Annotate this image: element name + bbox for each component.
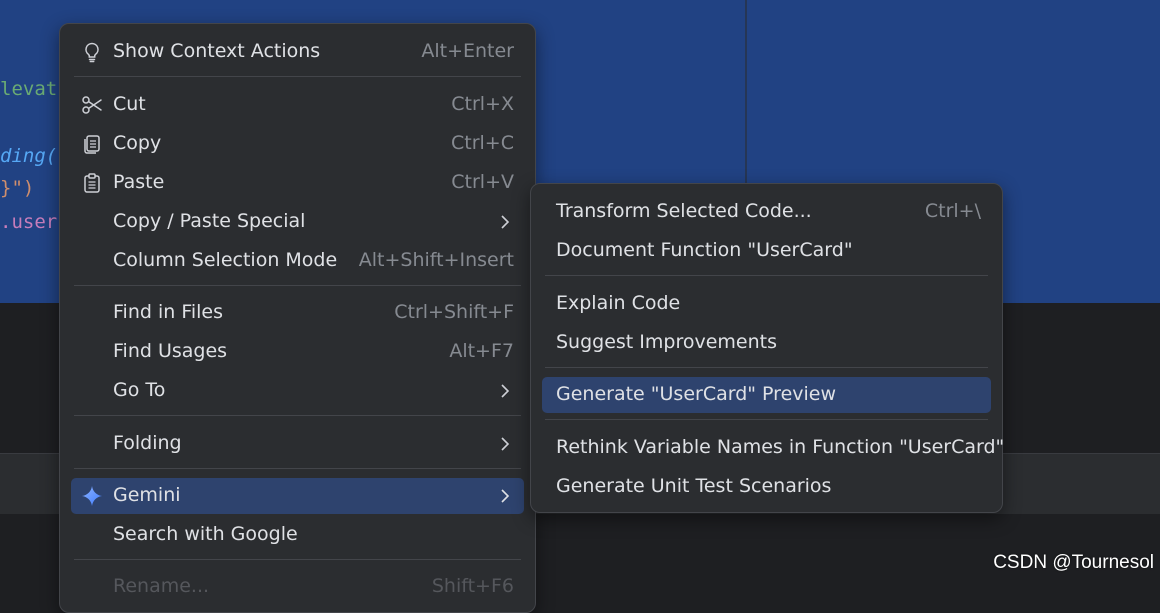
menu-item-label: Show Context Actions (113, 40, 321, 62)
code-fragment: ding( (0, 145, 58, 167)
menu-item-label: Rethink Variable Names in Function "User… (556, 436, 1005, 458)
menu-item-copy[interactable]: Copy Ctrl+C (71, 126, 524, 162)
menu-separator (74, 285, 521, 286)
menu-item-search-with-google[interactable]: Search with Google (71, 517, 524, 553)
submenu-item-explain-code[interactable]: Explain Code (542, 286, 991, 322)
menu-separator (545, 275, 988, 276)
clipboard-icon (81, 172, 103, 194)
menu-item-rename: Rename... Shift+F6 (71, 569, 524, 605)
chevron-right-icon (498, 486, 512, 506)
submenu-item-transform-selected-code[interactable]: Transform Selected Code... Ctrl+\ (542, 194, 991, 230)
menu-separator (74, 468, 521, 469)
gemini-sparkle-icon (81, 485, 103, 507)
menu-item-label: Transform Selected Code... (556, 200, 812, 222)
menu-item-shortcut: Alt+Shift+Insert (358, 249, 514, 271)
menu-separator (545, 419, 988, 420)
menu-item-shortcut: Shift+F6 (431, 575, 514, 597)
lightbulb-icon (81, 41, 103, 63)
menu-item-label: Search with Google (113, 523, 298, 545)
menu-item-label: Folding (113, 432, 182, 454)
editor-context-menu: Show Context Actions Alt+Enter Cut Ctrl+… (59, 23, 536, 613)
menu-item-shortcut: Ctrl+X (451, 93, 514, 115)
menu-separator (74, 76, 521, 77)
menu-separator (74, 559, 521, 560)
menu-item-shortcut: Ctrl+Shift+F (394, 301, 514, 323)
menu-item-label: Generate Unit Test Scenarios (556, 475, 832, 497)
menu-separator (545, 367, 988, 368)
menu-item-label: Suggest Improvements (556, 331, 778, 353)
menu-item-label: Copy / Paste Special (113, 210, 306, 232)
submenu-item-document-function[interactable]: Document Function "UserCard" (542, 233, 991, 269)
menu-item-label: Explain Code (556, 292, 681, 314)
menu-item-cut[interactable]: Cut Ctrl+X (71, 87, 524, 123)
menu-item-label: Cut (113, 93, 146, 115)
menu-item-find-usages[interactable]: Find Usages Alt+F7 (71, 334, 524, 370)
menu-item-paste[interactable]: Paste Ctrl+V (71, 165, 524, 201)
submenu-item-suggest-improvements[interactable]: Suggest Improvements (542, 325, 991, 361)
code-fragment: levat (0, 78, 58, 100)
menu-item-label: Rename... (113, 575, 210, 597)
menu-item-label: Generate "UserCard" Preview (556, 383, 837, 405)
copy-icon (81, 133, 103, 155)
menu-item-shortcut: Ctrl+\ (924, 200, 981, 222)
submenu-item-rethink-variable-names[interactable]: Rethink Variable Names in Function "User… (542, 430, 1004, 466)
watermark: CSDN @Tournesol (993, 552, 1154, 573)
scissors-icon (81, 94, 103, 116)
menu-item-folding[interactable]: Folding (71, 426, 524, 462)
menu-item-shortcut: Ctrl+C (451, 132, 514, 154)
menu-item-find-in-files[interactable]: Find in Files Ctrl+Shift+F (71, 295, 524, 331)
chevron-right-icon (498, 212, 512, 232)
menu-separator (74, 415, 521, 416)
menu-item-copy-paste-special[interactable]: Copy / Paste Special (71, 204, 524, 240)
menu-item-label: Document Function "UserCard" (556, 239, 853, 261)
menu-item-label: Find Usages (113, 340, 228, 362)
submenu-item-generate-preview[interactable]: Generate "UserCard" Preview (542, 377, 991, 413)
menu-item-label: Copy (113, 132, 162, 154)
chevron-right-icon (498, 434, 512, 454)
menu-item-shortcut: Alt+Enter (421, 40, 514, 62)
gemini-submenu: Transform Selected Code... Ctrl+\ Docume… (530, 183, 1004, 513)
submenu-item-generate-unit-test-scenarios[interactable]: Generate Unit Test Scenarios (542, 469, 991, 505)
menu-item-shortcut: Alt+F7 (449, 340, 514, 362)
code-fragment: }") (0, 177, 35, 199)
menu-item-label: Go To (113, 379, 166, 401)
menu-item-show-context-actions[interactable]: Show Context Actions Alt+Enter (71, 34, 524, 70)
menu-item-label: Paste (113, 171, 165, 193)
menu-item-label: Gemini (113, 484, 181, 506)
menu-item-gemini[interactable]: Gemini (71, 478, 524, 514)
chevron-right-icon (498, 381, 512, 401)
menu-item-column-selection-mode[interactable]: Column Selection Mode Alt+Shift+Insert (71, 243, 524, 279)
code-fragment: .user (0, 211, 58, 233)
menu-item-go-to[interactable]: Go To (71, 373, 524, 409)
menu-item-label: Column Selection Mode (113, 249, 338, 271)
menu-item-shortcut: Ctrl+V (451, 171, 514, 193)
menu-item-label: Find in Files (113, 301, 224, 323)
